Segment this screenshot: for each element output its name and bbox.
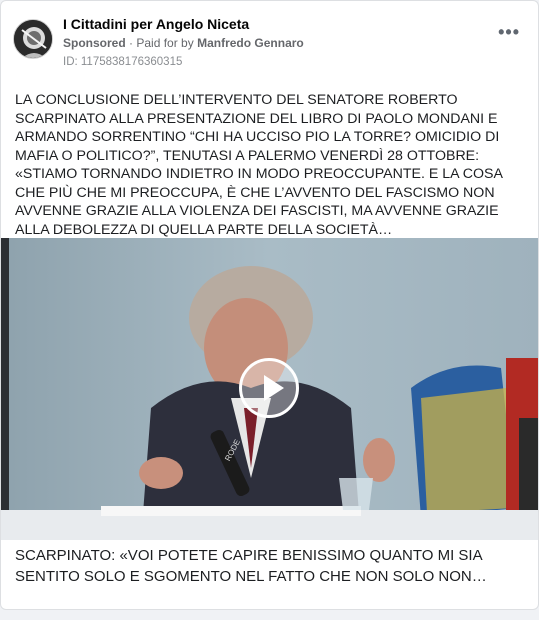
video-caption: SCARPINATO: «VOI POTETE CAPIRE BENISSIMO… xyxy=(15,547,487,585)
more-options-icon[interactable]: ••• xyxy=(498,23,520,41)
sponsored-label: Sponsored xyxy=(63,36,126,50)
avatar-image xyxy=(14,20,52,58)
paid-for-label: Paid for by xyxy=(136,36,194,50)
page-avatar[interactable] xyxy=(13,19,53,59)
play-icon[interactable] xyxy=(239,358,299,418)
play-triangle xyxy=(264,375,284,401)
sponsor-line: Sponsored · Paid for by Manfredo Gennaro xyxy=(63,36,304,50)
post-body-text: LA CONCLUSIONE DELL’INTERVENTO DEL SENAT… xyxy=(15,92,503,238)
ad-id: ID: 1175838176360315 xyxy=(63,56,183,68)
payer-name[interactable]: Manfredo Gennaro xyxy=(197,36,304,50)
page-name[interactable]: I Cittadini per Angelo Niceta xyxy=(63,16,249,32)
ad-card: I Cittadini per Angelo Niceta Sponsored … xyxy=(0,0,539,610)
